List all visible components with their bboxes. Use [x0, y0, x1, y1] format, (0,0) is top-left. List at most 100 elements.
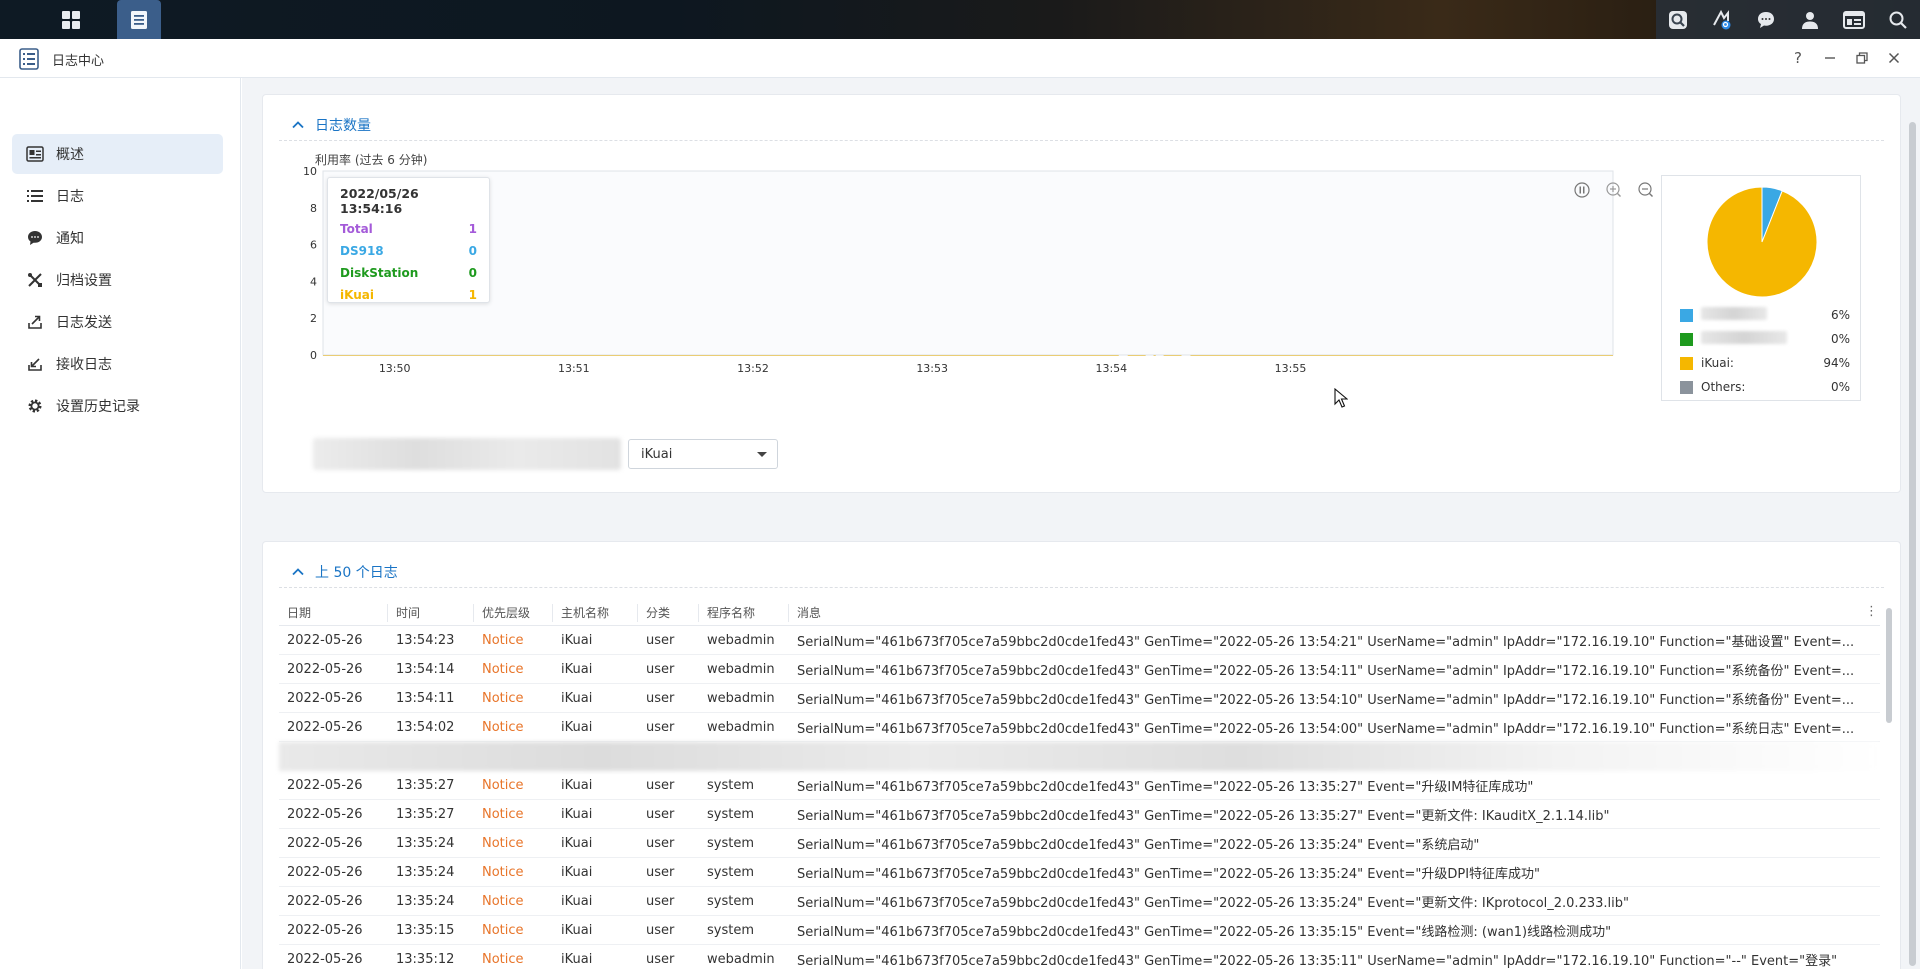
cell-priority: Notice [482, 632, 524, 648]
chat-icon [26, 229, 44, 247]
table-row[interactable]: 2022-05-26 13:54:23 Notice iKuai user webadmi… [279, 626, 1880, 655]
tooltip-series-value: 1 [468, 222, 477, 236]
main-scrollbar[interactable] [1909, 122, 1916, 966]
table-row[interactable]: 2022-05-26 13:35:15 Notice iKuai user system S… [279, 916, 1880, 945]
cell-hostname: iKuai [561, 632, 593, 648]
window-titlebar[interactable]: 日志中心 ? [0, 39, 1920, 78]
cell-hostname: iKuai [561, 893, 593, 909]
cell-priority: Notice [482, 893, 524, 909]
tray-search-app-button[interactable] [1656, 0, 1700, 39]
table-scrollbar[interactable] [1886, 608, 1892, 723]
cell-priority: Notice [482, 864, 524, 880]
pause-button[interactable] [1574, 182, 1590, 198]
cell-time: 13:54:11 [396, 690, 455, 706]
sidebar-item-logs[interactable]: 日志 [12, 176, 223, 216]
cell-program: webadmin [707, 719, 775, 735]
y-tick-label: 10 [303, 165, 317, 178]
table-row[interactable]: 2022-05-26 13:35:12 Notice iKuai user webadmi… [279, 945, 1880, 969]
zoom-in-button[interactable] [1606, 182, 1621, 197]
table-row[interactable]: 2022-05-26 13:35:27 Notice iKuai user system S… [279, 771, 1880, 800]
cell-program: system [707, 835, 754, 851]
cell-program: system [707, 806, 754, 822]
main-menu-button[interactable] [44, 0, 98, 39]
receive-icon [26, 355, 44, 373]
cell-program: webadmin [707, 690, 775, 706]
table-row[interactable]: 2022-05-26 13:54:02 Notice iKuai user webadmi… [279, 713, 1880, 742]
pie-slice[interactable] [1706, 186, 1818, 298]
cell-category: user [646, 922, 675, 938]
sidebar-item-label: 通知 [56, 231, 84, 247]
redacted-row[interactable] [279, 742, 1880, 771]
table-row[interactable]: 2022-05-26 13:35:24 Notice iKuai user system S… [279, 829, 1880, 858]
legend-percent: 94% [1823, 356, 1850, 370]
x-tick-label: 13:55 [1275, 362, 1307, 375]
tray-sync-button[interactable] [1700, 0, 1744, 39]
sidebar: 概述 日志 通知 归档设置 日志发送 接收日志 设置历史记录 [0, 78, 241, 969]
y-tick-label: 8 [310, 202, 317, 215]
sidebar-item-settings-history[interactable]: 设置历史记录 [12, 386, 223, 426]
tooltip-row-ds918: DS918 0 [340, 244, 477, 266]
column-header-message[interactable]: 消息 [789, 604, 1880, 622]
help-button[interactable]: ? [1786, 47, 1810, 69]
pie-chart [1706, 186, 1818, 298]
restore-button[interactable] [1850, 47, 1874, 69]
cell-program: system [707, 893, 754, 909]
table-row[interactable]: 2022-05-26 13:54:14 Notice iKuai user webadmi… [279, 655, 1880, 684]
x-tick-label: 13:54 [1095, 362, 1127, 375]
host-select[interactable]: iKuai [628, 439, 778, 469]
main-content: 日志数量 利用率 (过去 6 分钟) 0 2 4 6 8 10 13:50 13:51 13:… [242, 78, 1920, 969]
table-row[interactable]: 2022-05-26 13:35:27 Notice iKuai user system S… [279, 800, 1880, 829]
redacted-filter-field[interactable] [313, 438, 621, 470]
help-icon: ? [1794, 49, 1802, 67]
gear-icon [26, 397, 44, 415]
sidebar-item-log-sending[interactable]: 日志发送 [12, 302, 223, 342]
cell-category: user [646, 661, 675, 677]
cell-message: SerialNum="461b673f705ce7a59bbc2d0cde1fe… [797, 866, 1541, 882]
column-header-program[interactable]: 程序名称 [699, 603, 789, 622]
minimize-button[interactable] [1818, 47, 1842, 69]
tray-user-button[interactable] [1788, 0, 1832, 39]
cell-program: system [707, 777, 754, 793]
tray-notifications-button[interactable] [1744, 0, 1788, 39]
column-menu-icon[interactable]: ⋮ [1865, 604, 1878, 619]
table-row[interactable]: 2022-05-26 13:35:24 Notice iKuai user system S… [279, 858, 1880, 887]
log-center-app-icon [19, 48, 39, 70]
cell-time: 13:35:27 [396, 777, 455, 793]
column-header-date[interactable]: 日期 [279, 603, 388, 622]
sidebar-item-archive-settings[interactable]: 归档设置 [12, 260, 223, 300]
tray-search-button[interactable] [1876, 0, 1920, 39]
taskbar-log-center-button[interactable] [117, 0, 161, 39]
log-count-panel-header[interactable]: 日志数量 [291, 115, 371, 135]
sidebar-item-notifications[interactable]: 通知 [12, 218, 223, 258]
column-header-priority[interactable]: 优先层级 [474, 603, 553, 622]
cell-program: system [707, 922, 754, 938]
cell-time: 13:54:02 [396, 719, 455, 735]
sidebar-item-overview[interactable]: 概述 [12, 134, 223, 174]
cell-category: user [646, 864, 675, 880]
column-header-time[interactable]: 时间 [388, 603, 474, 622]
top-logs-panel-header[interactable]: 上 50 个日志 [291, 562, 398, 582]
table-row[interactable]: 2022-05-26 13:54:11 Notice iKuai user webadmi… [279, 684, 1880, 713]
legend-swatch [1680, 380, 1693, 394]
table-row[interactable]: 2022-05-26 13:35:24 Notice iKuai user system S… [279, 887, 1880, 916]
y-tick-label: 6 [310, 239, 317, 252]
cell-time: 13:35:24 [396, 835, 455, 851]
tray-widgets-button[interactable] [1832, 0, 1876, 39]
log-count-title: 日志数量 [315, 118, 371, 134]
legend-percent: 0% [1830, 332, 1850, 346]
divider [279, 140, 1884, 141]
cell-date: 2022-05-26 [287, 632, 363, 648]
column-header-hostname[interactable]: 主机名称 [553, 603, 638, 622]
taskbar-tray [1656, 0, 1920, 39]
cell-category: user [646, 806, 675, 822]
close-button[interactable] [1882, 47, 1906, 69]
sidebar-item-label: 接收日志 [56, 357, 112, 373]
redacted-label [1701, 331, 1787, 344]
zoom-out-button[interactable] [1638, 182, 1653, 197]
log-count-chart[interactable]: 0 2 4 6 8 10 13:50 13:51 13:52 13:53 13:54 13:55 [267, 161, 1667, 421]
log-center-icon [131, 10, 147, 29]
minimize-icon [1825, 57, 1835, 59]
column-header-category[interactable]: 分类 [638, 603, 699, 622]
sidebar-item-receive-logs[interactable]: 接收日志 [12, 344, 223, 384]
sidebar-item-label: 概述 [56, 147, 84, 163]
